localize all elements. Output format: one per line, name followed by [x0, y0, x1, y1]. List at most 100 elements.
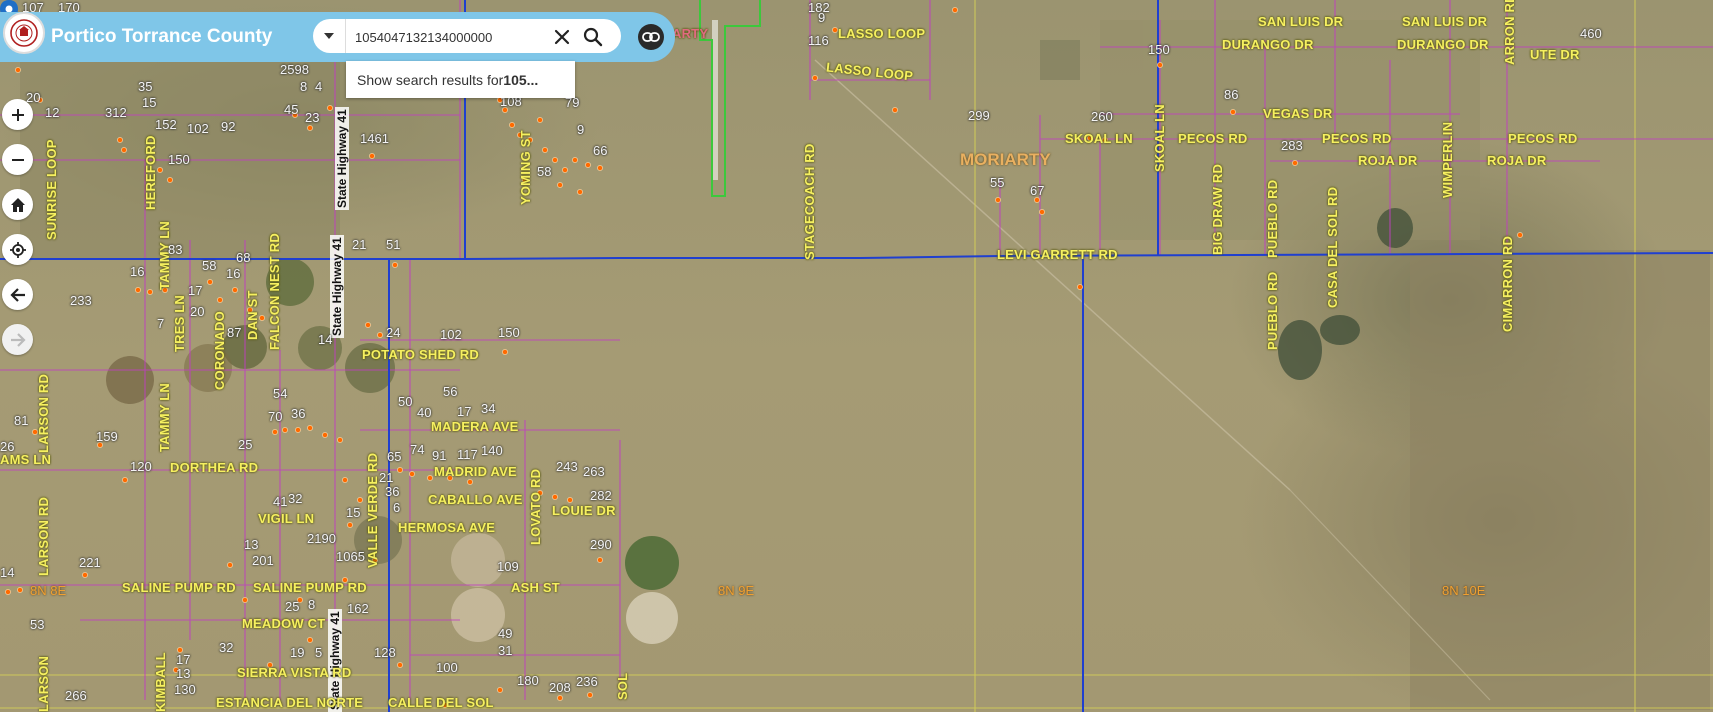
- road-label: ROJA DR: [1358, 153, 1418, 168]
- search-suggestion[interactable]: Show search results for 105...: [346, 61, 575, 98]
- road-label-vertical: CIMARRON RD: [1500, 235, 1515, 332]
- road-label-vertical: CASA DEL SOL RD: [1325, 186, 1340, 308]
- search-icon: [583, 27, 603, 47]
- parcel-number: 19: [290, 645, 305, 660]
- road-label-vertical: LOVATO RD: [528, 468, 543, 545]
- road-label: UTE DR: [1530, 47, 1580, 62]
- parcel-number: 243: [556, 459, 578, 474]
- road-label-vertical: LARSON RD: [36, 496, 51, 576]
- suggestion-prefix: Show search results for: [357, 71, 504, 88]
- highway-label: State Highway 41: [335, 107, 349, 210]
- parcel-number: 117: [457, 447, 478, 462]
- home-button[interactable]: [2, 189, 33, 220]
- parcel-number: 260: [1091, 109, 1113, 124]
- close-icon: [554, 29, 570, 45]
- parcel-number: 1065: [336, 549, 365, 564]
- parcel-number: 50: [398, 394, 413, 409]
- parcel-number: 263: [583, 464, 605, 479]
- road-label-vertical: FALCON NEST RD: [267, 233, 282, 350]
- arrow-left-icon: [9, 287, 25, 302]
- parcel-number: 74: [410, 442, 425, 457]
- parcel-number: 32: [219, 640, 234, 655]
- parcel-number: 102: [187, 121, 209, 136]
- parcel-number: 58: [537, 164, 552, 179]
- parcel-number: 31: [498, 643, 513, 658]
- next-extent-button[interactable]: [2, 324, 33, 355]
- parcel-number: 65: [387, 449, 402, 464]
- road-label-vertical: HEREFORD: [143, 135, 158, 210]
- parcel-number: 109: [497, 559, 519, 574]
- parcel-number: 13: [176, 666, 191, 681]
- road-label: LASSO LOOP: [838, 26, 926, 41]
- road-label: MADERA AVE: [431, 419, 519, 434]
- parcel-number: 34: [481, 401, 496, 416]
- road-label: SKOAL LN: [1065, 131, 1133, 146]
- zoom-out-button[interactable]: [2, 144, 33, 175]
- parcel-number: 17: [457, 404, 472, 419]
- town-label-fragment: ARTY: [672, 26, 709, 41]
- parcel-number: 36: [291, 406, 306, 421]
- parcel-number: 49: [498, 626, 513, 641]
- parcel-number: 208: [549, 680, 571, 695]
- road-label-vertical: CORONADO: [212, 311, 227, 390]
- parcel-number: 70: [268, 409, 283, 424]
- search-input[interactable]: [353, 25, 537, 49]
- county-seal-icon[interactable]: [3, 12, 45, 54]
- parcel-number: 6: [393, 500, 401, 515]
- parcel-number: 120: [130, 459, 152, 474]
- clear-search-button[interactable]: [550, 25, 574, 49]
- road-label: MADRID AVE: [434, 464, 517, 479]
- road-label-vertical: TRES LN: [172, 294, 187, 352]
- parcel-number: 2190: [307, 531, 336, 546]
- locate-button[interactable]: [2, 234, 33, 265]
- road-label-vertical: SOL: [615, 672, 630, 700]
- parcel-number: 81: [14, 413, 29, 428]
- parcel-number: 87: [227, 325, 242, 340]
- township-label: 8N 9E: [718, 583, 755, 598]
- parcel-number: 102: [440, 327, 462, 342]
- parcel-number: 8: [308, 597, 316, 612]
- road-label: CABALLO AVE: [428, 492, 523, 507]
- parcel-number: 92: [221, 119, 236, 134]
- road-label: DURANGO DR: [1222, 37, 1314, 52]
- parcel-number: 159: [96, 429, 118, 444]
- highway-label: State Highway 41: [330, 235, 344, 338]
- zoom-in-button[interactable]: [2, 99, 33, 130]
- parcel-number: 116: [808, 33, 829, 48]
- parcel-number: 66: [593, 143, 608, 158]
- parcel-number: 91: [432, 448, 447, 463]
- locate-icon: [9, 241, 26, 258]
- previous-extent-button[interactable]: [2, 279, 33, 310]
- share-link-button[interactable]: [638, 24, 664, 50]
- township-label: 8N 8E: [30, 583, 67, 598]
- township-label: 8N 10E: [1442, 583, 1486, 598]
- parcel-number: 290: [590, 537, 612, 552]
- app-title: Portico Torrance County: [51, 26, 273, 47]
- parcel-number: 221: [79, 555, 101, 570]
- parcel-number: 312: [105, 105, 127, 120]
- parcel-number: 201: [252, 553, 274, 568]
- road-label: PECOS RD: [1178, 131, 1248, 146]
- parcel-number: 14: [318, 332, 333, 347]
- map-view[interactable]: MORIARTY ARTY 8N 8E 8N 9E 8N 10E State H…: [0, 0, 1713, 712]
- parcel-number: 4: [315, 79, 323, 94]
- parcel-number: 299: [968, 108, 990, 123]
- search-source-dropdown[interactable]: [313, 19, 346, 53]
- parcel-number: 236: [576, 674, 598, 689]
- parcel-number: 150: [168, 152, 190, 167]
- parcel-number: 1461: [360, 131, 389, 146]
- parcel-number: 36: [385, 484, 400, 499]
- parcel-number: 140: [481, 443, 503, 458]
- parcel-number: 40: [417, 405, 432, 420]
- road-label-vertical: BIG DRAW RD: [1210, 163, 1225, 255]
- parcel-number: 128: [374, 645, 396, 660]
- parcel-number: 26: [0, 439, 15, 454]
- parcel-number: 41: [273, 494, 288, 509]
- road-label: SALINE PUMP RD: [253, 580, 367, 595]
- road-label: LEVI GARRETT RD: [997, 247, 1118, 262]
- parcel-number: 45: [284, 102, 299, 117]
- search-button[interactable]: [581, 25, 605, 49]
- road-label-vertical: YOMING ST: [518, 130, 533, 205]
- road-label: CALLE DEL SOL: [388, 695, 494, 710]
- road-label-vertical: KIMBALL: [153, 652, 168, 712]
